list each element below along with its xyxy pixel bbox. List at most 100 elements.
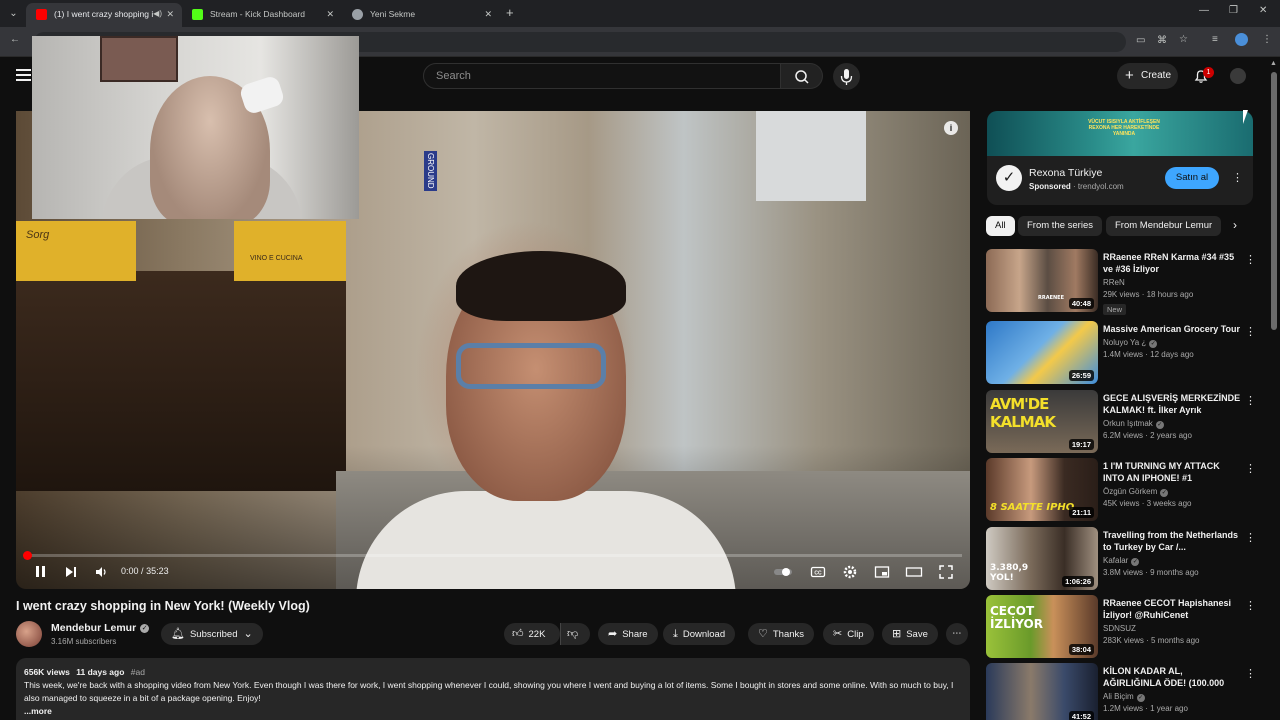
maximize-icon[interactable]: ❐	[1229, 5, 1238, 16]
video-title[interactable]: Massive American Grocery Tour	[1103, 323, 1241, 335]
cast-icon[interactable]: ▭	[1136, 35, 1145, 46]
video-title[interactable]: KİLON KADAR AL, AĞIRLIĞINLA ÖDE! (100.00…	[1103, 665, 1241, 689]
chip-from-channel[interactable]: From Mendebur Lemur	[1106, 216, 1222, 236]
chip-from-the-series[interactable]: From the series	[1018, 216, 1102, 236]
ad-hashtag[interactable]: #ad	[131, 667, 145, 677]
next-icon[interactable]	[64, 564, 78, 580]
volume-icon[interactable]	[94, 564, 108, 580]
profile-icon[interactable]	[1235, 33, 1248, 46]
recommendation-item[interactable]: 41:52 KİLON KADAR AL, AĞIRLIĞINLA ÖDE! (…	[986, 663, 1256, 720]
dislike-button[interactable]: 👎︎	[560, 623, 590, 645]
video-thumbnail[interactable]: AVM'DE KALMAK 19:17	[986, 390, 1098, 453]
progress-scrubber[interactable]	[22, 551, 32, 560]
fullscreen-icon[interactable]	[938, 564, 954, 580]
recommendation-item[interactable]: AVM'DE KALMAK 19:17 GECE ALIŞVERİŞ MERKE…	[986, 390, 1256, 453]
video-title[interactable]: RRaenee RReN Karma #34 #35 ve #36 İzliyo…	[1103, 251, 1241, 275]
tab-close-icon[interactable]: ✕	[326, 3, 334, 25]
more-vertical-icon[interactable]: ⋮	[1245, 667, 1256, 680]
more-vertical-icon[interactable]: ⋮	[1245, 253, 1256, 266]
more-vertical-icon[interactable]: ⋮	[1245, 531, 1256, 544]
tab-search-chevron-icon[interactable]: ⌄	[6, 6, 21, 21]
channel-name[interactable]: Özgün Görkem ✓	[1103, 487, 1169, 497]
video-thumbnail[interactable]: 41:52	[986, 663, 1098, 720]
subscribed-button[interactable]: 🔔︎ Subscribed ⌄	[161, 623, 263, 645]
recommendation-item[interactable]: 3.380,9 YOL! 1:06:26 Travelling from the…	[986, 527, 1256, 590]
description-more-link[interactable]: ...more	[24, 705, 962, 718]
create-button[interactable]: + Create	[1117, 63, 1178, 89]
video-title[interactable]: GECE ALIŞVERİŞ MERKEZİNDE KALMAK! ft. İl…	[1103, 392, 1241, 416]
chevron-right-icon[interactable]: ›	[1233, 218, 1237, 232]
tab-close-icon[interactable]: ✕	[484, 3, 492, 25]
miniplayer-icon[interactable]	[874, 564, 890, 580]
video-thumbnail[interactable]: CECOT İZLİYOR 38:04	[986, 595, 1098, 658]
video-duration: 21:11	[1069, 507, 1094, 518]
video-thumbnail[interactable]: 3.380,9 YOL! 1:06:26	[986, 527, 1098, 590]
more-actions-button[interactable]: ⋯	[946, 623, 968, 645]
channel-avatar[interactable]	[16, 621, 42, 647]
account-avatar[interactable]	[1230, 68, 1246, 84]
autoplay-toggle-icon[interactable]	[772, 564, 794, 580]
reading-list-icon[interactable]: ≡	[1212, 34, 1218, 45]
scroll-up-arrow-icon[interactable]: ▲	[1270, 60, 1277, 67]
ad-banner-image[interactable]: VÜCUT ISISIYLA AKTİFLEŞEN REXONA HER HAR…	[987, 111, 1253, 156]
channel-name[interactable]: RReN	[1103, 278, 1125, 287]
recommendation-item[interactable]: RRAENEE 40:48 RRaenee RReN Karma #34 #35…	[986, 249, 1256, 315]
tab-close-icon[interactable]: ✕	[166, 3, 174, 25]
chip-all[interactable]: All	[986, 216, 1015, 236]
video-thumbnail[interactable]: 26:59	[986, 321, 1098, 384]
page-scrollbar[interactable]	[1271, 72, 1277, 330]
ad-menu-icon[interactable]: ⋮	[1232, 173, 1243, 184]
channel-name[interactable]: Kafalar ✓	[1103, 556, 1140, 566]
info-icon[interactable]: i	[944, 121, 958, 135]
tab-kick-dashboard[interactable]: Stream - Kick Dashboard ✕	[182, 3, 342, 27]
back-icon[interactable]: ←	[10, 34, 20, 45]
browser-menu-icon[interactable]: ⋮	[1262, 34, 1272, 45]
channel-name[interactable]: Noluyo Ya ¿ ✓	[1103, 338, 1158, 348]
more-vertical-icon[interactable]: ⋮	[1245, 462, 1256, 475]
new-tab-button[interactable]: +	[506, 5, 514, 20]
tab-audio-icon[interactable]: ◀)	[153, 3, 162, 25]
pause-button[interactable]	[34, 564, 48, 580]
tab-new-tab[interactable]: Yeni Sekme ✕	[342, 3, 500, 27]
theater-icon[interactable]	[905, 564, 923, 580]
recommendation-item[interactable]: CECOT İZLİYOR 38:04 RRaenee CECOT Hapish…	[986, 595, 1256, 658]
translate-icon[interactable]: ⌘	[1157, 35, 1167, 46]
video-thumbnail[interactable]: RRAENEE 40:48	[986, 249, 1098, 312]
video-thumbnail[interactable]: 8 SAATTE IPHO 21:11	[986, 458, 1098, 521]
progress-bar[interactable]	[22, 551, 962, 560]
share-button[interactable]: ➦ Share	[598, 623, 658, 645]
save-button[interactable]: ⊞ Save	[882, 623, 938, 645]
clip-button[interactable]: ✂ Clip	[823, 623, 874, 645]
guide-menu-icon[interactable]	[16, 69, 31, 83]
notification-count-badge: 1	[1203, 67, 1214, 78]
ad-title[interactable]: Rexona Türkiye	[1029, 167, 1102, 179]
view-count: 656K views	[24, 667, 70, 677]
bookmark-star-icon[interactable]: ☆	[1179, 34, 1188, 45]
channel-name[interactable]: Mendebur Lemur ✓	[51, 622, 150, 634]
like-button[interactable]: 👍︎ 22K	[504, 623, 560, 645]
tab-youtube-video[interactable]: (1) I went crazy shopping i ◀) ✕	[26, 3, 182, 27]
ad-cta-button[interactable]: Satın al	[1165, 167, 1219, 189]
download-button[interactable]: ⤓ Download	[663, 623, 736, 645]
description-box[interactable]: 656K views 11 days ago #ad This week, we…	[16, 658, 970, 720]
settings-icon[interactable]	[842, 564, 858, 580]
search-button[interactable]	[781, 63, 823, 89]
search-input[interactable]: Search	[423, 63, 781, 89]
more-vertical-icon[interactable]: ⋮	[1245, 325, 1256, 338]
minimize-icon[interactable]: —	[1199, 5, 1209, 16]
scene-sky	[756, 111, 866, 201]
recommendation-item[interactable]: 26:59 Massive American Grocery Tour Nolu…	[986, 321, 1256, 384]
window-close-icon[interactable]: ✕	[1259, 5, 1267, 16]
channel-name[interactable]: Orkun Işıtmak ✓	[1103, 419, 1164, 429]
captions-icon[interactable]: CC	[810, 564, 826, 580]
channel-name[interactable]: SDNSUZ	[1103, 624, 1136, 633]
video-title[interactable]: RRaenee CECOT Hapishanesi İzliyor! @Ruhi…	[1103, 597, 1241, 621]
voice-search-button[interactable]	[833, 63, 860, 90]
more-vertical-icon[interactable]: ⋮	[1245, 599, 1256, 612]
video-title[interactable]: 1 I'M TURNING MY ATTACK INTO AN IPHONE! …	[1103, 460, 1241, 484]
thanks-button[interactable]: ♡ Thanks	[748, 623, 815, 645]
recommendation-item[interactable]: 8 SAATTE IPHO 21:11 1 I'M TURNING MY ATT…	[986, 458, 1256, 521]
channel-name[interactable]: Ali Biçim ✓	[1103, 692, 1145, 702]
more-vertical-icon[interactable]: ⋮	[1245, 394, 1256, 407]
video-title[interactable]: Travelling from the Netherlands to Turke…	[1103, 529, 1241, 553]
